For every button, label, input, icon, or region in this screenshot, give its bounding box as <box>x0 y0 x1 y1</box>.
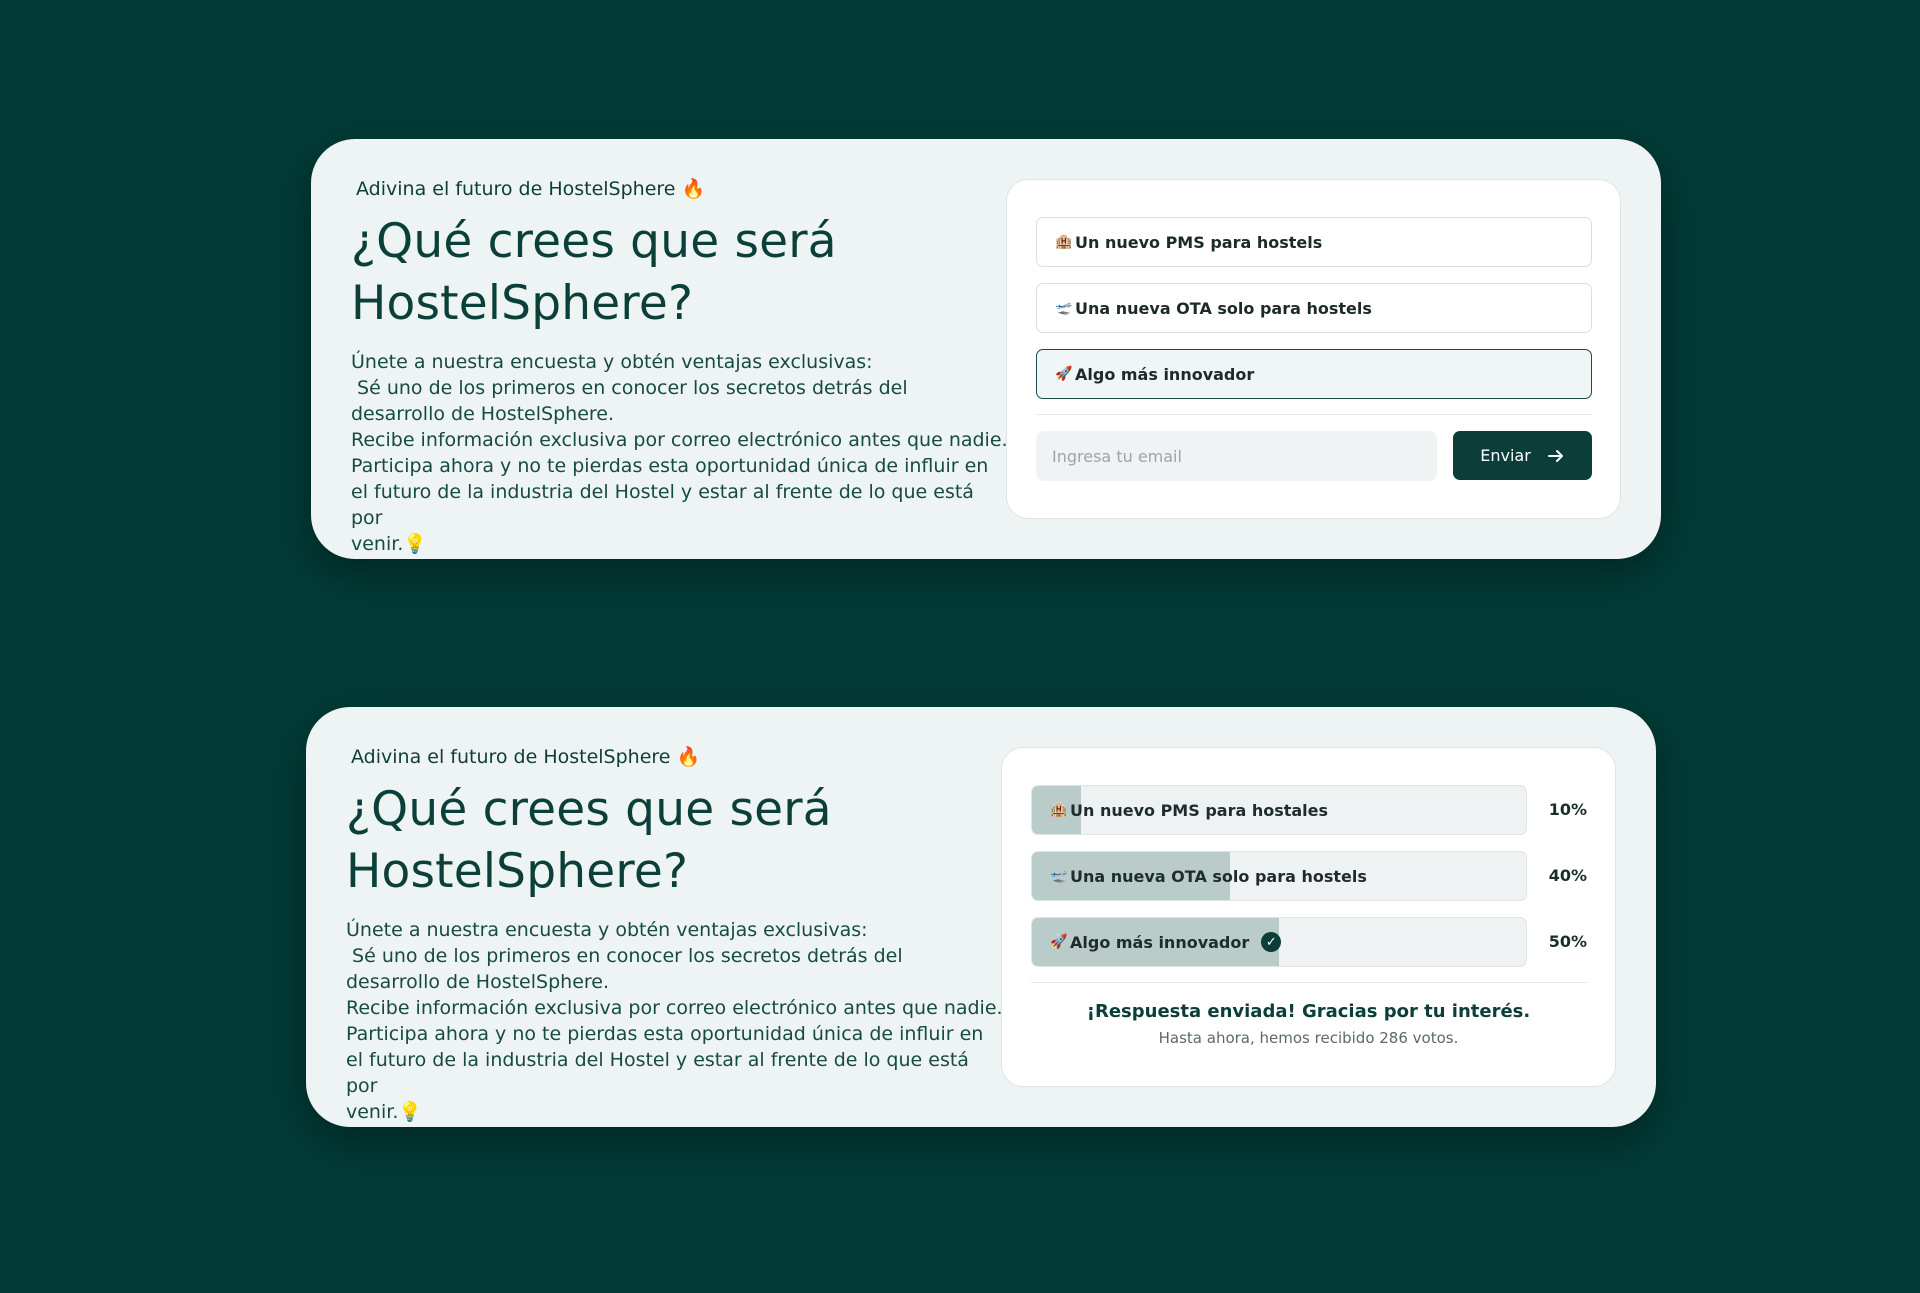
arrow-right-icon <box>1547 449 1563 462</box>
airplane-icon: 🛫 <box>1050 868 1068 884</box>
result-percent: 10% <box>1548 800 1587 819</box>
success-message: ¡Respuesta enviada! Gracias por tu inter… <box>1086 1001 1531 1022</box>
poll-option-label: Una nueva OTA solo para hostels <box>1075 298 1372 318</box>
email-input[interactable] <box>1036 431 1437 481</box>
intro-section: Adivina el futuro de HostelSphere 🔥 ¿Qué… <box>346 745 1006 1125</box>
result-bar-pms: 🏨 Un nuevo PMS para hostales <box>1031 785 1527 835</box>
result-label: Una nueva OTA solo para hostels <box>1070 866 1367 886</box>
rocket-icon: 🚀 <box>1050 934 1068 950</box>
airplane-icon: 🛫 <box>1055 300 1073 316</box>
hotel-icon: 🏨 <box>1050 802 1068 818</box>
submit-label: Enviar <box>1480 446 1531 465</box>
check-circle-icon: ✓ <box>1261 932 1282 952</box>
result-percent: 40% <box>1548 866 1587 885</box>
poll-option-ota[interactable]: 🛫 Una nueva OTA solo para hostels <box>1036 283 1592 333</box>
result-bar-innovative: 🚀 Algo más innovador ✓ <box>1031 917 1527 967</box>
rocket-icon: 🚀 <box>1055 366 1073 382</box>
vote-count-text: Hasta ahora, hemos recibido 286 votos. <box>1158 1029 1459 1047</box>
page-title: ¿Qué crees que será HostelSphere? <box>346 782 832 899</box>
poll-option-label: Un nuevo PMS para hostels <box>1075 232 1323 252</box>
result-bar-ota: 🛫 Una nueva OTA solo para hostels <box>1031 851 1527 901</box>
intro-section: Adivina el futuro de HostelSphere 🔥 ¿Qué… <box>351 177 1011 557</box>
poll-results-panel: 🏨 Un nuevo PMS para hostales 10% 🛫 Una n… <box>1001 747 1616 1087</box>
poll-form-panel: 🏨 Un nuevo PMS para hostels 🛫 Una nueva … <box>1006 179 1621 519</box>
divider <box>1031 982 1587 983</box>
poll-option-pms[interactable]: 🏨 Un nuevo PMS para hostels <box>1036 217 1592 267</box>
poll-option-innovative[interactable]: 🚀 Algo más innovador <box>1036 349 1592 399</box>
divider <box>1036 414 1592 415</box>
eyebrow-text: Adivina el futuro de HostelSphere 🔥 <box>356 178 706 200</box>
eyebrow-text: Adivina el futuro de HostelSphere 🔥 <box>351 746 701 768</box>
description: Únete a nuestra encuesta y obtén ventaja… <box>351 351 1008 555</box>
result-label: Algo más innovador <box>1070 932 1250 952</box>
page-title: ¿Qué crees que será HostelSphere? <box>351 214 837 331</box>
submit-button[interactable]: Enviar <box>1453 431 1592 480</box>
hotel-icon: 🏨 <box>1055 234 1073 250</box>
description: Únete a nuestra encuesta y obtén ventaja… <box>346 919 1003 1123</box>
poll-results-card: Adivina el futuro de HostelSphere 🔥 ¿Qué… <box>306 707 1656 1127</box>
poll-card: Adivina el futuro de HostelSphere 🔥 ¿Qué… <box>311 139 1661 559</box>
poll-option-label: Algo más innovador <box>1075 364 1255 384</box>
result-label: Un nuevo PMS para hostales <box>1070 800 1329 820</box>
result-percent: 50% <box>1548 932 1587 951</box>
